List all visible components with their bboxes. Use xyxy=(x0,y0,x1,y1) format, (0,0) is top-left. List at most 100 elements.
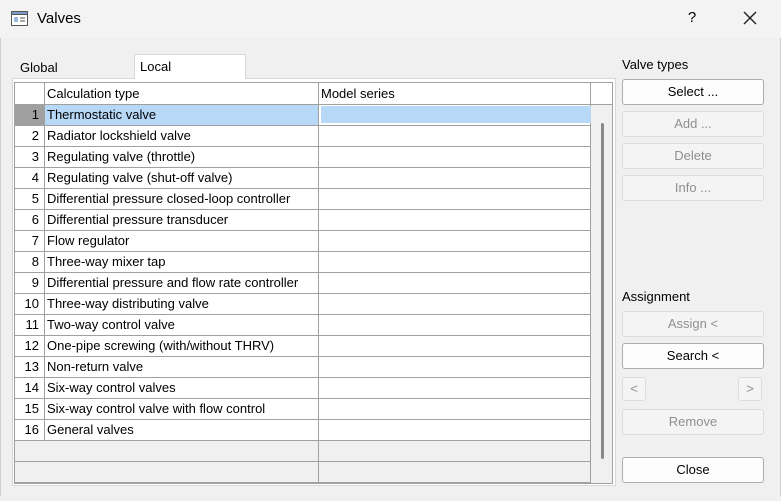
column-header-calculation-type[interactable]: Calculation type xyxy=(45,83,319,105)
delete-button[interactable]: Delete xyxy=(622,143,764,169)
window-app-icon xyxy=(11,11,28,26)
model-series-cell[interactable] xyxy=(319,231,591,252)
row-number[interactable]: 16 xyxy=(15,420,45,441)
title-bar: Valves ? xyxy=(0,0,781,38)
table-row[interactable]: 9 Differential pressure and flow rate con… xyxy=(15,273,591,294)
model-series-cell[interactable] xyxy=(319,189,591,210)
table-row[interactable]: 1 Thermostatic valve xyxy=(15,105,591,126)
add-button[interactable]: Add ... xyxy=(622,111,764,137)
empty-row xyxy=(15,462,591,483)
row-number[interactable]: 10 xyxy=(15,294,45,315)
calculation-type-cell[interactable]: Differential pressure transducer xyxy=(45,210,319,231)
empty-row xyxy=(15,441,591,462)
info-button[interactable]: Info ... xyxy=(622,175,764,201)
row-number[interactable]: 5 xyxy=(15,189,45,210)
empty-cell xyxy=(15,462,45,483)
model-series-cell[interactable] xyxy=(319,147,591,168)
row-number[interactable]: 3 xyxy=(15,147,45,168)
calculation-type-cell[interactable]: Two-way control valve xyxy=(45,315,319,336)
row-number[interactable]: 15 xyxy=(15,399,45,420)
model-series-cell[interactable] xyxy=(319,273,591,294)
assign-button[interactable]: Assign < xyxy=(622,311,764,337)
window-title: Valves xyxy=(37,10,81,27)
calculation-type-cell[interactable]: Differential pressure and flow rate cont… xyxy=(45,273,319,294)
row-number[interactable]: 2 xyxy=(15,126,45,147)
calculation-type-cell[interactable]: Three-way mixer tap xyxy=(45,252,319,273)
vertical-scrollbar[interactable] xyxy=(599,123,607,459)
table-row[interactable]: 7 Flow regulator xyxy=(15,231,591,252)
model-series-cell[interactable] xyxy=(319,378,591,399)
table-row[interactable]: 2 Radiator lockshield valve xyxy=(15,126,591,147)
model-series-cell[interactable] xyxy=(319,294,591,315)
row-number[interactable]: 12 xyxy=(15,336,45,357)
row-number[interactable]: 4 xyxy=(15,168,45,189)
table-row[interactable]: 12 One-pipe screwing (with/without THRV) xyxy=(15,336,591,357)
calculation-type-cell[interactable]: Six-way control valve with flow control xyxy=(45,399,319,420)
calculation-type-cell[interactable]: Flow regulator xyxy=(45,231,319,252)
calculation-type-cell[interactable]: One-pipe screwing (with/without THRV) xyxy=(45,336,319,357)
search-button[interactable]: Search < xyxy=(622,343,764,369)
model-series-cell[interactable] xyxy=(319,420,591,441)
previous-button[interactable]: < xyxy=(622,377,646,401)
close-icon[interactable] xyxy=(738,6,762,30)
calculation-type-cell[interactable]: Non-return valve xyxy=(45,357,319,378)
bottom-strip xyxy=(0,496,781,501)
table-row[interactable]: 11 Two-way control valve xyxy=(15,315,591,336)
next-button[interactable]: > xyxy=(738,377,762,401)
model-series-cell[interactable] xyxy=(319,168,591,189)
empty-cell xyxy=(319,462,591,483)
table-row[interactable]: 8 Three-way mixer tap xyxy=(15,252,591,273)
column-header-model-series[interactable]: Model series xyxy=(319,83,591,105)
model-series-cell[interactable] xyxy=(319,126,591,147)
calculation-type-cell[interactable]: Regulating valve (throttle) xyxy=(45,147,319,168)
calculation-type-cell[interactable]: Six-way control valves xyxy=(45,378,319,399)
model-series-cell[interactable] xyxy=(319,399,591,420)
assignment-heading: Assignment xyxy=(622,289,690,304)
model-series-cell[interactable] xyxy=(319,357,591,378)
table-row[interactable]: 14 Six-way control valves xyxy=(15,378,591,399)
select-button[interactable]: Select ... xyxy=(622,79,764,105)
table-corner xyxy=(15,83,45,105)
row-number[interactable]: 6 xyxy=(15,210,45,231)
row-number[interactable]: 1 xyxy=(15,105,45,126)
row-number[interactable]: 14 xyxy=(15,378,45,399)
table-row[interactable]: 5 Differential pressure closed-loop contr… xyxy=(15,189,591,210)
model-series-cell[interactable] xyxy=(319,210,591,231)
row-number[interactable]: 9 xyxy=(15,273,45,294)
table-row[interactable]: 13 Non-return valve xyxy=(15,357,591,378)
table-row[interactable]: 3 Regulating valve (throttle) xyxy=(15,147,591,168)
row-number[interactable]: 7 xyxy=(15,231,45,252)
calculation-type-cell[interactable]: Differential pressure closed-loop contro… xyxy=(45,189,319,210)
table-row[interactable]: 15 Six-way control valve with flow contro… xyxy=(15,399,591,420)
calculation-type-cell[interactable]: Radiator lockshield valve xyxy=(45,126,319,147)
table-row[interactable]: 10 Three-way distributing valve xyxy=(15,294,591,315)
tab-global-preselection[interactable]: Global preselection xyxy=(15,57,135,97)
close-button[interactable]: Close xyxy=(622,457,764,483)
model-series-cell[interactable] xyxy=(319,252,591,273)
remove-button[interactable]: Remove xyxy=(622,409,764,435)
empty-cell xyxy=(15,441,45,462)
tab-local-assignment[interactable]: Local assignment xyxy=(134,54,246,97)
row-number[interactable]: 13 xyxy=(15,357,45,378)
model-series-cell[interactable] xyxy=(319,105,591,126)
header-filler xyxy=(591,83,612,105)
calculation-type-cell[interactable]: Regulating valve (shut-off valve) xyxy=(45,168,319,189)
calculation-type-cell[interactable]: General valves xyxy=(45,420,319,441)
calculation-type-cell[interactable]: Three-way distributing valve xyxy=(45,294,319,315)
row-number[interactable]: 8 xyxy=(15,252,45,273)
table-row[interactable]: 4 Regulating valve (shut-off valve) xyxy=(15,168,591,189)
calculation-type-cell[interactable]: Thermostatic valve xyxy=(45,105,319,126)
table-row[interactable]: 6 Differential pressure transducer xyxy=(15,210,591,231)
table-row[interactable]: 16 General valves xyxy=(15,420,591,441)
help-button[interactable]: ? xyxy=(680,6,704,30)
empty-cell xyxy=(319,441,591,462)
empty-cell xyxy=(45,462,319,483)
valve-types-heading: Valve types xyxy=(622,57,689,72)
cell-selection-highlight xyxy=(321,106,591,123)
scrollbar-thumb[interactable] xyxy=(601,123,604,459)
valve-assignment-table: Calculation type Model series 1 Thermosta… xyxy=(14,82,613,484)
empty-cell xyxy=(45,441,319,462)
model-series-cell[interactable] xyxy=(319,315,591,336)
model-series-cell[interactable] xyxy=(319,336,591,357)
row-number[interactable]: 11 xyxy=(15,315,45,336)
